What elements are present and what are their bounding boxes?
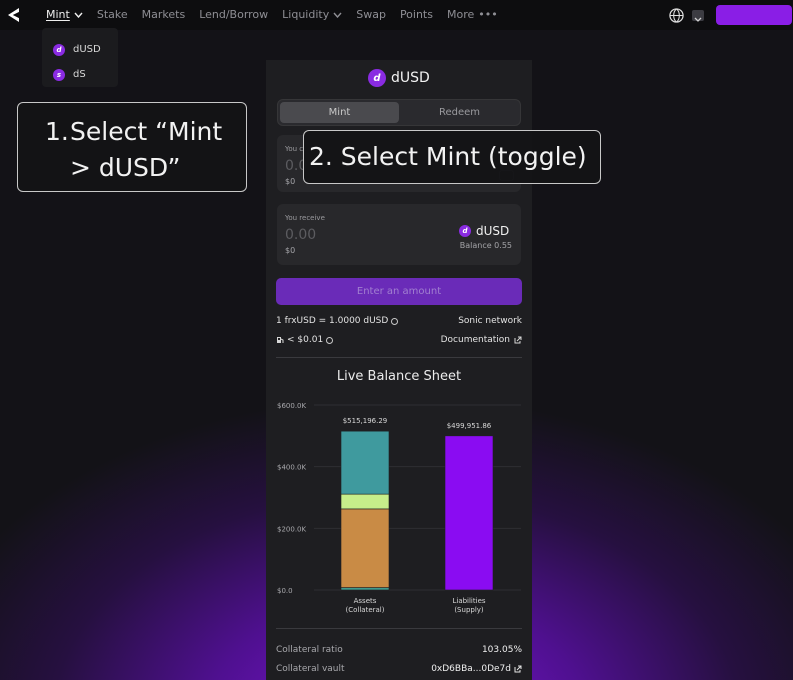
nav-item-points[interactable]: Points bbox=[400, 8, 433, 21]
receive-amount-input[interactable] bbox=[285, 226, 385, 244]
chart-bar-segment bbox=[340, 430, 390, 495]
collateral-ratio-value: 103.05% bbox=[481, 645, 522, 655]
dusd-token-icon: d bbox=[459, 225, 471, 237]
collateral-vault-label: Collateral vault bbox=[276, 664, 345, 674]
pay-label: You c bbox=[285, 145, 304, 153]
nav-label-markets: Markets bbox=[141, 8, 186, 21]
chart-category-label: (Supply) bbox=[454, 606, 484, 614]
receive-balance: Balance 0.55 bbox=[459, 241, 512, 250]
receive-usd-value: $0 bbox=[285, 246, 296, 255]
external-link-icon bbox=[514, 665, 522, 673]
dusd-token-icon: d bbox=[53, 43, 65, 56]
nav-item-liquidity[interactable]: Liquidity bbox=[282, 8, 342, 21]
chart-bar-segment bbox=[340, 508, 390, 588]
nav-item-lend-borrow[interactable]: Lend/Borrow bbox=[199, 8, 268, 21]
ds-token-icon: s bbox=[53, 68, 65, 81]
toggle-redeem-button[interactable]: Redeem bbox=[400, 102, 519, 123]
chart-value-label: $499,951.86 bbox=[447, 422, 492, 430]
info-icon[interactable] bbox=[391, 317, 399, 325]
info-icon[interactable] bbox=[326, 336, 334, 344]
chart-y-tick-label: $600.0K bbox=[277, 402, 306, 410]
more-dots-icon: ••• bbox=[478, 8, 498, 21]
chevron-down-icon bbox=[333, 12, 342, 18]
panel-token-title: dUSD bbox=[391, 70, 430, 86]
chevron-down-icon bbox=[694, 17, 702, 22]
chart-category-label: Liabilities bbox=[452, 597, 485, 605]
mint-dropdown-menu: d dUSD s dS bbox=[42, 28, 118, 87]
nav-label-swap: Swap bbox=[356, 8, 386, 21]
gas-pump-icon bbox=[277, 337, 284, 343]
receive-token-label: dUSD bbox=[476, 224, 510, 238]
top-navigation-bar: Mint Stake Markets Lend/Borrow Liquidity… bbox=[0, 0, 793, 30]
exchange-rate: 1 frxUSD = 1.0000 dUSD bbox=[276, 316, 389, 326]
instruction-callout-1: 1. Select “Mint > dUSD” bbox=[17, 102, 247, 192]
language-select[interactable] bbox=[692, 10, 704, 22]
chart-bar-segment bbox=[340, 493, 390, 510]
documentation-link[interactable]: Documentation bbox=[441, 335, 522, 345]
balance-sheet-chart: $0.0 $200.0K $400.0K $600.0K $515,196.29 Asse… bbox=[277, 402, 521, 614]
collateral-vault-address: 0xD6BBa...0De7d bbox=[431, 664, 511, 674]
chart-category-label: Assets bbox=[354, 597, 377, 605]
balance-sheet-title: Live Balance Sheet bbox=[336, 369, 462, 384]
dusd-token-icon: d bbox=[368, 69, 386, 87]
chart-bar-segment bbox=[444, 435, 494, 591]
toggle-mint-button[interactable]: Mint bbox=[280, 102, 399, 123]
receive-card: You receive $0 d dUSD Balance 0.55 bbox=[277, 204, 521, 265]
dropdown-item-label: dUSD bbox=[73, 44, 101, 55]
chart-bar-segment bbox=[340, 587, 390, 591]
instruction-callout-2: 2. Select Mint (toggle) bbox=[303, 130, 601, 184]
pay-usd-value: $0 bbox=[285, 177, 296, 186]
chart-category-label: (Collateral) bbox=[346, 606, 385, 614]
receive-token[interactable]: d dUSD bbox=[459, 224, 509, 238]
chart-value-label: $515,196.29 bbox=[343, 417, 388, 425]
documentation-label: Documentation bbox=[440, 335, 510, 345]
chart-y-tick-label: $200.0K bbox=[277, 525, 306, 533]
collateral-vault-link[interactable]: 0xD6BBa...0De7d bbox=[431, 664, 522, 674]
main-nav: Mint Stake Markets Lend/Borrow Liquidity… bbox=[46, 8, 498, 21]
nav-label-liquidity: Liquidity bbox=[282, 8, 330, 21]
panel-header: d dUSD bbox=[368, 69, 430, 87]
globe-icon[interactable] bbox=[669, 8, 684, 23]
receive-label: You receive bbox=[285, 214, 325, 222]
chart-y-tick-label: $400.0K bbox=[277, 464, 306, 472]
collateral-ratio-label: Collateral ratio bbox=[276, 645, 343, 655]
nav-item-mint[interactable]: Mint bbox=[46, 8, 83, 21]
callout-1-line-1: Select “Mint bbox=[70, 117, 223, 146]
gas-fee: < $0.01 bbox=[287, 335, 324, 345]
nav-label-mint: Mint bbox=[46, 8, 70, 21]
nav-label-more: More bbox=[446, 8, 475, 21]
callout-1-line-2: > dUSD” bbox=[70, 153, 181, 182]
nav-item-more[interactable]: More ••• bbox=[447, 8, 498, 21]
nav-label-lend-borrow: Lend/Borrow bbox=[199, 8, 269, 21]
nav-label-points: Points bbox=[399, 8, 433, 21]
dropdown-item-dusd[interactable]: d dUSD bbox=[42, 37, 118, 62]
enter-amount-button[interactable]: Enter an amount bbox=[276, 278, 522, 305]
chart-y-tick-label: $0.0 bbox=[277, 587, 293, 595]
logo-icon[interactable] bbox=[6, 7, 22, 23]
connect-wallet-button[interactable] bbox=[716, 5, 792, 25]
divider bbox=[276, 357, 522, 358]
divider bbox=[276, 628, 522, 629]
nav-item-stake[interactable]: Stake bbox=[97, 8, 128, 21]
network-label: Sonic network bbox=[458, 316, 522, 326]
nav-label-stake: Stake bbox=[96, 8, 128, 21]
dropdown-item-label: dS bbox=[73, 69, 86, 80]
dropdown-item-ds[interactable]: s dS bbox=[42, 62, 118, 87]
mint-redeem-toggle: Mint Redeem bbox=[277, 99, 521, 126]
external-link-icon bbox=[514, 336, 522, 344]
callout-1-number: 1. bbox=[45, 117, 69, 146]
nav-item-swap[interactable]: Swap bbox=[356, 8, 386, 21]
nav-item-markets[interactable]: Markets bbox=[142, 8, 186, 21]
chevron-down-icon bbox=[74, 12, 83, 18]
